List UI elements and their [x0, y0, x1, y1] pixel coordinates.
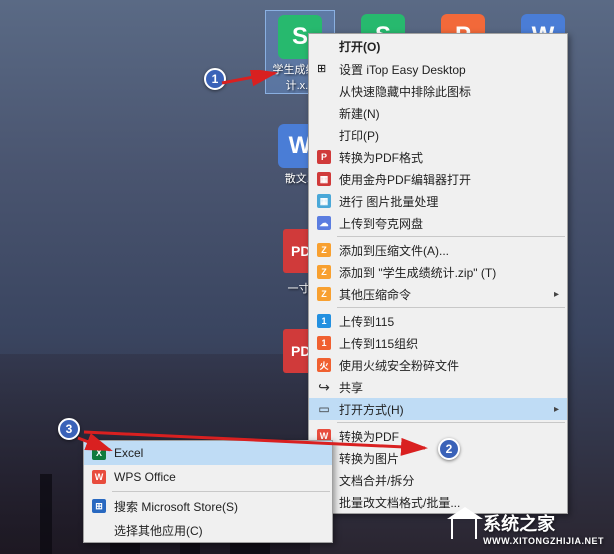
- open-with-submenu: X Excel W WPS Office ⊞ 搜索 Microsoft Stor…: [83, 440, 333, 543]
- cloud115-icon: 1: [313, 334, 335, 352]
- menu-separator: [337, 422, 565, 423]
- blank-icon: [88, 521, 110, 539]
- quark-icon: ☁: [313, 214, 335, 232]
- image-icon: ▦: [313, 192, 335, 210]
- submenu-ms-store[interactable]: ⊞ 搜索 Microsoft Store(S): [84, 494, 332, 518]
- annotation-badge-1: 1: [204, 68, 226, 90]
- menu-print[interactable]: 打印(P): [309, 124, 567, 146]
- menu-separator: [337, 236, 565, 237]
- menu-huorong-shred[interactable]: 火 使用火绒安全粉碎文件: [309, 354, 567, 376]
- annotation-badge-3: 3: [58, 418, 80, 440]
- submenu-excel[interactable]: X Excel: [84, 441, 332, 465]
- watermark: 系统之家 WWW.XITONGZHIJIA.NET: [451, 510, 604, 546]
- menu-share[interactable]: ↪ 共享: [309, 376, 567, 398]
- menu-exclude[interactable]: 从快速隐藏中排除此图标: [309, 80, 567, 102]
- menu-batch-image[interactable]: ▦ 进行 图片批量处理: [309, 190, 567, 212]
- menu-convert-pdf[interactable]: P 转换为PDF格式: [309, 146, 567, 168]
- menu-open[interactable]: 打开(O): [309, 34, 567, 58]
- huorong-icon: 火: [313, 356, 335, 374]
- blank-icon: [313, 104, 335, 122]
- pdf-editor-icon: ▦: [313, 170, 335, 188]
- house-icon: [451, 517, 477, 539]
- menu-itop-settings[interactable]: ⊞ 设置 iTop Easy Desktop: [309, 58, 567, 80]
- cloud115-icon: 1: [313, 312, 335, 330]
- share-icon: ↪: [313, 378, 335, 396]
- context-menu: 打开(O) ⊞ 设置 iTop Easy Desktop 从快速隐藏中排除此图标…: [308, 33, 568, 514]
- settings-icon: ⊞: [313, 60, 335, 78]
- chevron-right-icon: ▸: [554, 289, 559, 300]
- menu-open-with[interactable]: ▭ 打开方式(H) ▸: [309, 398, 567, 420]
- blank-icon: [313, 126, 335, 144]
- wps-office-icon: W: [88, 468, 110, 486]
- zip-icon: Z: [313, 263, 335, 281]
- menu-separator: [112, 491, 330, 492]
- watermark-site: 系统之家: [483, 510, 604, 536]
- open-with-icon: ▭: [313, 400, 335, 418]
- ms-store-icon: ⊞: [88, 497, 110, 515]
- excel-icon: X: [88, 444, 110, 462]
- menu-doc-merge[interactable]: W 文档合并/拆分: [309, 469, 567, 491]
- menu-other-compress[interactable]: Z 其他压缩命令 ▸: [309, 283, 567, 305]
- menu-upload-115-org[interactable]: 1 上传到115组织: [309, 332, 567, 354]
- pdf-icon: P: [313, 148, 335, 166]
- zip-icon: Z: [313, 241, 335, 259]
- watermark-url: WWW.XITONGZHIJIA.NET: [483, 536, 604, 546]
- zip-icon: Z: [313, 285, 335, 303]
- menu-quark-upload[interactable]: ☁ 上传到夸克网盘: [309, 212, 567, 234]
- menu-compress-to[interactable]: Z 添加到 "学生成绩统计.zip" (T): [309, 261, 567, 283]
- menu-separator: [337, 307, 565, 308]
- chevron-right-icon: ▸: [554, 404, 559, 415]
- blank-icon: [313, 82, 335, 100]
- submenu-wps[interactable]: W WPS Office: [84, 465, 332, 489]
- menu-compress-add[interactable]: Z 添加到压缩文件(A)...: [309, 239, 567, 261]
- menu-upload-115[interactable]: 1 上传到115: [309, 310, 567, 332]
- annotation-badge-2: 2: [438, 438, 460, 460]
- menu-jinzhou-pdf[interactable]: ▦ 使用金舟PDF编辑器打开: [309, 168, 567, 190]
- blank-icon: [313, 37, 335, 55]
- menu-new[interactable]: 新建(N): [309, 102, 567, 124]
- submenu-other-apps[interactable]: 选择其他应用(C): [84, 518, 332, 542]
